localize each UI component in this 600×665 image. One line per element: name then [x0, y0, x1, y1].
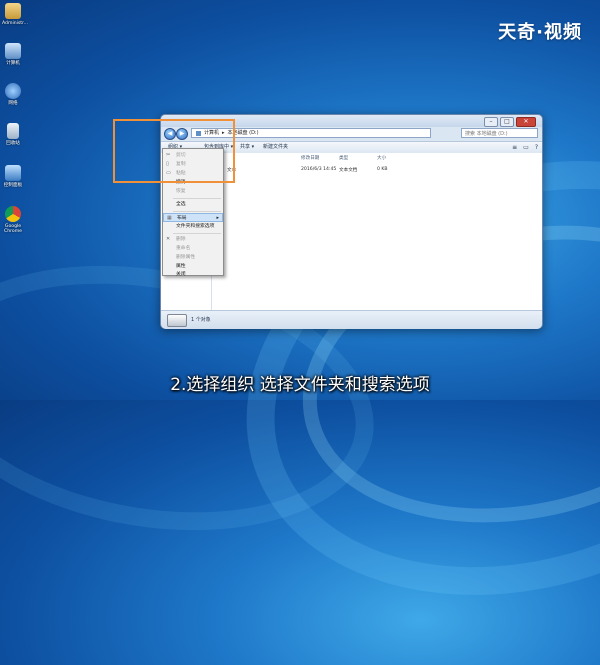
chrome-icon	[5, 206, 21, 222]
menu-item-close[interactable]: 关闭	[163, 270, 223, 279]
menu-item-layout[interactable]: ▦ 布局 ▸	[163, 213, 223, 222]
recycle-bin-icon	[7, 123, 19, 139]
watermark-logo: 天奇·视频	[498, 22, 582, 43]
desktop-icon-chrome[interactable]: Google Chrome	[2, 206, 24, 235]
search-input[interactable]: 搜索 本地磁盘 (D:)	[461, 128, 538, 138]
computer-icon	[5, 43, 21, 59]
delete-icon: ✕	[166, 236, 171, 242]
view-options-icon[interactable]: ≡	[512, 142, 517, 153]
folder-user-icon	[5, 3, 21, 19]
control-panel-icon	[5, 165, 21, 181]
close-button[interactable]: ✕	[516, 117, 536, 127]
menu-item-select-all[interactable]: 全选	[163, 200, 223, 209]
menu-item-delete[interactable]: ✕ 删除	[163, 235, 223, 244]
preview-pane-icon[interactable]: ▭	[523, 142, 529, 153]
column-size[interactable]: 大小	[377, 155, 386, 161]
column-date[interactable]: 修改日期	[301, 155, 319, 161]
share-button[interactable]: 共享 ▾	[237, 142, 257, 153]
video-subtitle: 2.选择组织 选择文件夹和搜索选项	[170, 375, 430, 395]
network-icon	[5, 83, 21, 99]
menu-separator	[173, 233, 221, 234]
layout-icon: ▦	[167, 215, 172, 221]
menu-item-redo[interactable]: 恢复	[163, 187, 223, 196]
new-folder-button[interactable]: 新建文件夹	[260, 142, 291, 153]
status-bar: 1 个对象	[161, 310, 542, 329]
highlight-annotation-box	[113, 119, 235, 183]
file-type: 文本文档	[339, 168, 358, 173]
status-text: 1 个对象	[191, 317, 211, 323]
file-size: 0 KB	[377, 167, 388, 172]
file-date: 2016/6/3 14:45	[301, 167, 337, 172]
desktop-icon-recycle-bin[interactable]: 回收站	[2, 123, 24, 146]
desktop-icon-control-panel[interactable]: 控制面板	[2, 165, 24, 188]
view-controls: ≡ ▭ ?	[512, 142, 538, 153]
desktop-icon-computer[interactable]: 计算机	[2, 43, 24, 66]
menu-separator	[173, 211, 221, 212]
drive-icon	[167, 314, 187, 327]
desktop-icon-administrator[interactable]: Administr...	[2, 3, 28, 26]
menu-item-folder-search-options[interactable]: 文件夹和搜索选项	[163, 222, 223, 231]
menu-item-rename[interactable]: 重命名	[163, 244, 223, 253]
menu-item-remove-properties[interactable]: 删除属性	[163, 253, 223, 262]
column-type[interactable]: 类型	[339, 155, 348, 161]
window-controls: – □ ✕	[484, 117, 536, 127]
minimize-button[interactable]: –	[484, 117, 498, 127]
desktop-icon-network[interactable]: 网络	[2, 83, 24, 106]
maximize-button[interactable]: □	[500, 117, 514, 127]
help-icon[interactable]: ?	[535, 142, 538, 153]
menu-separator	[173, 198, 221, 199]
